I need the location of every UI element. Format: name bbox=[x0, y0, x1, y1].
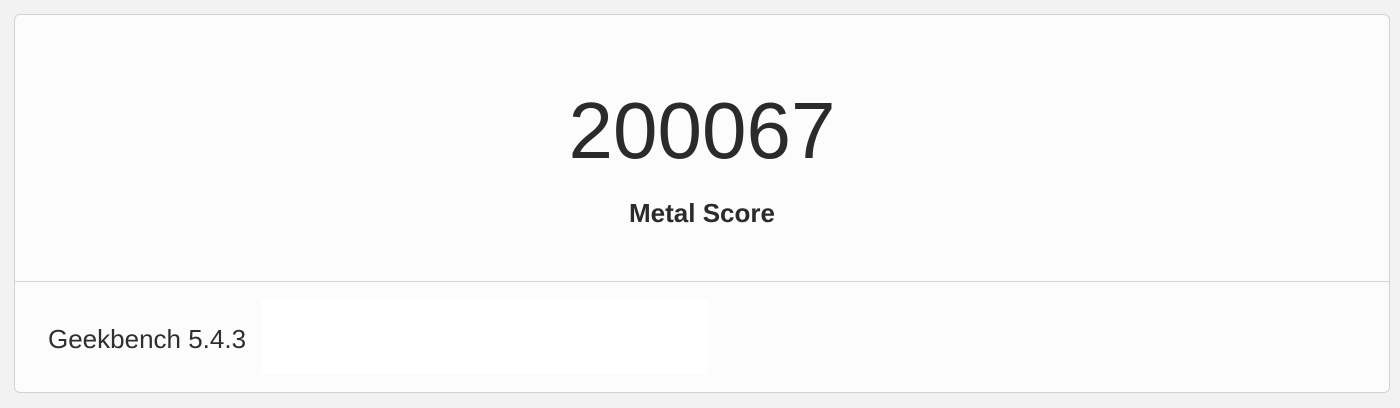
redacted-area bbox=[261, 300, 708, 374]
card-footer: Geekbench 5.4.3 bbox=[15, 282, 1389, 392]
metal-score-label: Metal Score bbox=[629, 198, 775, 228]
geekbench-version: Geekbench 5.4.3 bbox=[48, 324, 247, 354]
score-card: 200067 Metal Score Geekbench 5.4.3 bbox=[14, 14, 1390, 393]
metal-score-value: 200067 bbox=[568, 86, 836, 175]
score-section: 200067 Metal Score bbox=[15, 15, 1389, 282]
